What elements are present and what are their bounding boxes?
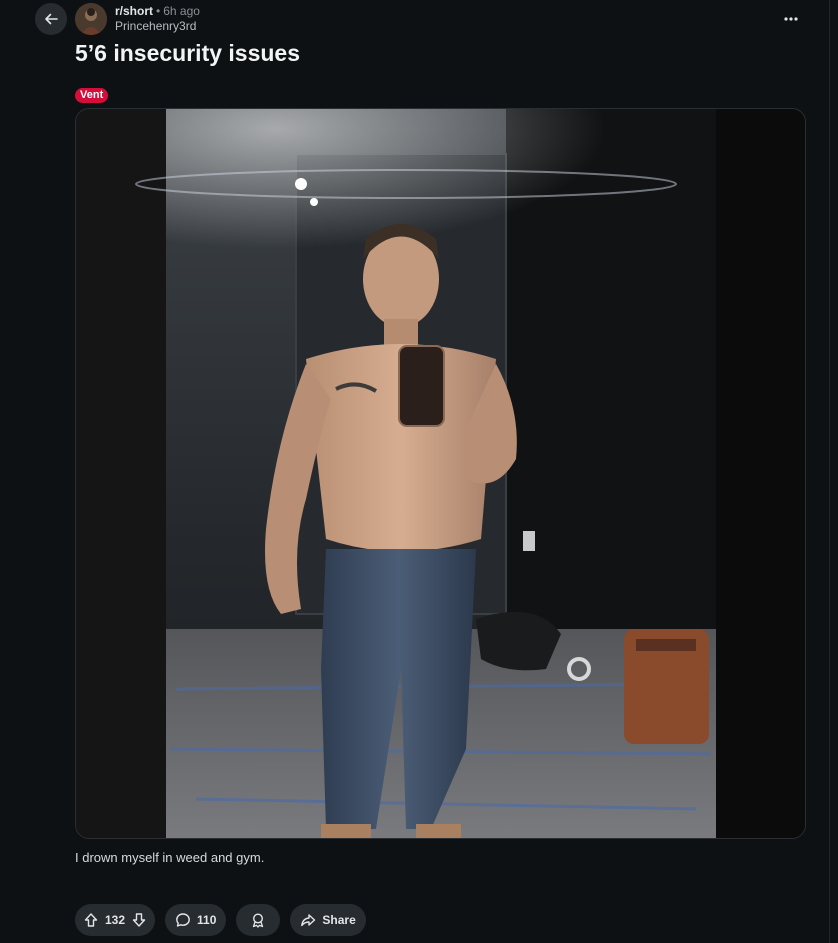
- post-meta: r/short • 6h ago Princehenry3rd: [115, 4, 200, 34]
- back-button[interactable]: [35, 3, 67, 35]
- meta-separator: •: [156, 4, 161, 18]
- mirror-selfie-image: [76, 109, 805, 838]
- arrow-left-icon: [45, 13, 58, 25]
- share-label: Share: [322, 913, 356, 927]
- upvote-arrow-icon: [84, 913, 98, 927]
- post-image[interactable]: [75, 108, 806, 839]
- comments-button[interactable]: 110: [165, 904, 227, 936]
- award-button[interactable]: [236, 904, 281, 936]
- post-title: 5’6 insecurity issues: [75, 40, 301, 66]
- post-time: 6h ago: [163, 4, 200, 18]
- more-options-button[interactable]: [776, 4, 806, 34]
- downvote-button[interactable]: [131, 912, 147, 928]
- share-arrow-icon: [301, 914, 316, 927]
- post-page: r/short • 6h ago Princehenry3rd 5’6 insecu…: [0, 0, 838, 943]
- subreddit-avatar[interactable]: [75, 3, 107, 35]
- post-body: I drown myself in weed and gym.: [75, 850, 265, 865]
- upvote-button[interactable]: [83, 912, 99, 928]
- subreddit-link[interactable]: r/short: [115, 4, 153, 18]
- comment-count: 110: [197, 913, 217, 927]
- scroll-gutter: [829, 0, 838, 943]
- avatar-image: [75, 3, 107, 35]
- more-horizontal-icon: [784, 17, 798, 21]
- vote-score: 132: [105, 913, 126, 927]
- post-flair[interactable]: Vent: [75, 88, 109, 103]
- vote-control: 132: [75, 904, 156, 936]
- share-button[interactable]: Share: [290, 904, 366, 936]
- award-icon: [253, 913, 264, 928]
- downvote-arrow-icon: [132, 913, 146, 927]
- post-actions: 132 110 Share: [75, 904, 366, 936]
- author-link[interactable]: Princehenry3rd: [115, 19, 200, 34]
- comment-bubble-icon: [176, 913, 190, 927]
